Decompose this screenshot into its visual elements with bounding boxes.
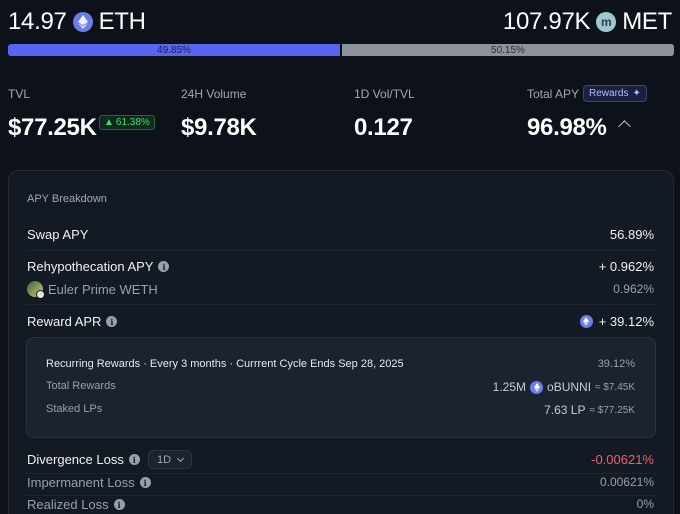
total-rewards-amount: 1.25M (492, 380, 527, 394)
volume-value: $9.78K (181, 114, 257, 141)
total-rewards-usd: ≈ $7.45K (595, 381, 635, 393)
met-icon: m (596, 12, 617, 32)
swap-apy-value: 56.89% (609, 227, 654, 242)
impermanent-loss-value: 0.00621% (599, 475, 654, 489)
euler-row-value: 0.962% (613, 282, 654, 296)
token-eth: 14.97 ETH (8, 8, 146, 36)
info-icon[interactable]: i (139, 477, 151, 488)
staked-lps-amount: 7.63 LP (544, 403, 586, 417)
divergence-loss-value: -0.00621% (591, 452, 654, 467)
apy-breakdown-title: APY Breakdown (27, 193, 107, 205)
staked-lps-value: 7.63 LP ≈ $77.25K (544, 403, 635, 417)
eth-symbol: ETH (98, 8, 146, 35)
rehyp-apy-label: Rehypothecation APY i (27, 259, 170, 274)
total-apy-value: 96.98% (527, 114, 607, 141)
divider (26, 495, 656, 496)
divider (26, 473, 656, 474)
total-rewards-label: Total Rewards (46, 380, 116, 392)
info-icon[interactable]: i (113, 499, 125, 510)
met-symbol: MET (622, 8, 672, 35)
total-apy-label: Total APY (527, 87, 580, 101)
staked-lps-usd: ≈ $77.25K (589, 404, 635, 416)
impermanent-loss-label: Impermanent Loss i (27, 475, 151, 490)
divergence-loss-text: Divergence Loss (27, 452, 124, 467)
divergence-loss-label: Divergence Loss i (27, 452, 140, 467)
impermanent-loss-text: Impermanent Loss (27, 475, 135, 490)
euler-row-text: Euler Prime WETH (48, 281, 158, 297)
token-met: 107.97K m MET (503, 8, 672, 36)
info-icon[interactable]: i (106, 316, 118, 327)
token-balances: 14.97 ETH 107.97K m MET (8, 6, 672, 38)
sparkle-icon: ✦ (632, 88, 641, 99)
eth-amount: 14.97 (8, 8, 67, 35)
reward-apr-text: Reward APR (27, 314, 102, 329)
recurring-rewards-label: Recurring Rewards · Every 3 months · Cur… (46, 358, 404, 370)
chevron-up-icon[interactable] (618, 120, 631, 133)
tvl-value: $77.25K (8, 114, 97, 141)
staked-lps-label: Staked LPs (46, 403, 103, 415)
tvl-change-badge: ▲ 61.38% (99, 115, 155, 130)
reward-token-icon (579, 315, 593, 328)
swap-apy-text: Swap APY (27, 227, 89, 242)
obunni-icon (530, 380, 544, 394)
recurring-rewards-value: 39.12% (597, 358, 635, 370)
info-icon[interactable]: i (128, 454, 140, 465)
rehyp-apy-value: + 0.962% (598, 259, 654, 274)
total-rewards-value: 1.25M oBUNNI ≈ $7.45K (493, 380, 635, 394)
divider (26, 250, 656, 251)
reward-apr-value: + 39.12% (598, 314, 654, 329)
swap-apy-label: Swap APY (27, 227, 88, 242)
chevron-down-icon (177, 454, 185, 462)
rehyp-apy-text: Rehypothecation APY (27, 259, 154, 274)
reward-apr-value-wrap: + 39.12% (579, 314, 654, 329)
info-icon[interactable]: i (158, 261, 170, 272)
rewards-badge-label: Rewards (589, 88, 629, 99)
met-amount: 107.97K (502, 8, 591, 35)
tvl-change-value: 61.38% (115, 117, 150, 128)
euler-prime-icon (27, 281, 45, 299)
euler-row-label: Euler Prime WETH (27, 281, 158, 299)
realized-loss-value: 0% (636, 497, 654, 511)
vol-tvl-label: 1D Vol/TVL (354, 87, 415, 101)
arrow-up-icon: ▲ (104, 117, 114, 128)
divider (26, 304, 656, 305)
volume-label: 24H Volume (181, 87, 247, 101)
eth-icon (72, 12, 93, 32)
period-select-value: 1D (157, 453, 172, 466)
total-rewards-token: oBUNNI (547, 380, 592, 394)
ratio-met-label: 50.15% (491, 44, 525, 56)
vol-tvl-value: 0.127 (354, 114, 413, 141)
realized-loss-text: Realized Loss (27, 497, 109, 512)
ratio-met-segment: 50.15% (340, 44, 674, 56)
period-select[interactable]: 1D (148, 450, 193, 469)
tvl-label: TVL (8, 87, 31, 101)
pool-ratio-bar: 49.85% 50.15% (8, 44, 674, 56)
ratio-eth-segment: 49.85% (8, 44, 340, 56)
realized-loss-label: Realized Loss i (27, 497, 125, 512)
reward-apr-label: Reward APR i (27, 314, 118, 329)
rewards-badge[interactable]: Rewards ✦ (583, 85, 647, 102)
ratio-eth-label: 49.85% (157, 44, 191, 56)
